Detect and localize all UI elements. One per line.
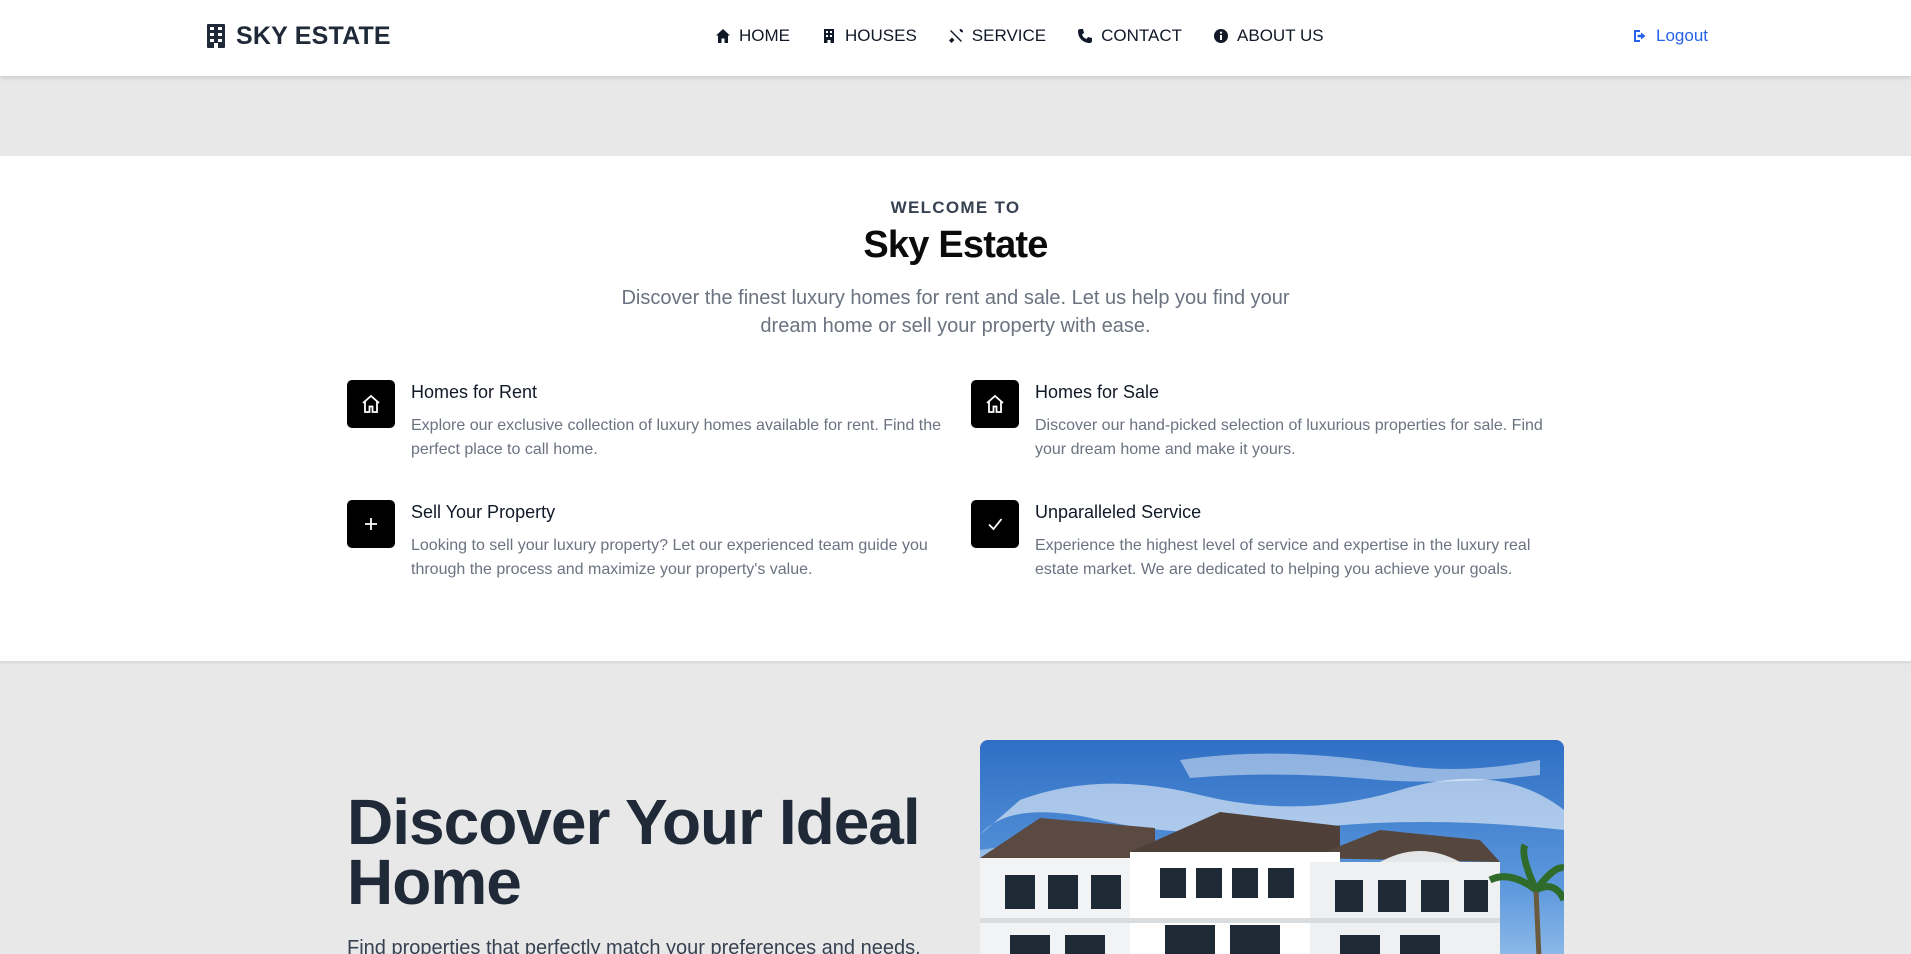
nav-item-home[interactable]: HOME [715, 24, 790, 48]
logout-icon [1634, 30, 1646, 42]
nav-item-label: CONTACT [1101, 26, 1183, 45]
feature-homes-for-sale: Homes for Sale Discover our hand-picked … [971, 380, 1571, 470]
nav-item-houses[interactable]: HOUSES [821, 24, 917, 48]
main-nav: HOME HOUSES SERVICE CONTACT ABOUT US [715, 24, 1324, 48]
feature-description: Looking to sell your luxury property? Le… [411, 537, 928, 578]
check-icon [971, 500, 1019, 548]
welcome-subtitle: Discover the finest luxury homes for ren… [621, 287, 1290, 337]
top-navbar: SKY ESTATE HOME HOUSES SERVICE CONTACT A… [0, 0, 1911, 76]
feature-unparalleled-service: Unparalleled Service Experience the high… [971, 500, 1571, 590]
plus-icon [347, 500, 395, 548]
tools-icon [948, 29, 963, 43]
logout-button[interactable]: Logout [1632, 24, 1708, 48]
feature-title: Homes for Sale [1035, 382, 1160, 402]
brand-name: SKY ESTATE [236, 21, 391, 50]
welcome-section: WELCOME TO Sky Estate Discover the fines… [0, 156, 1911, 661]
building-icon [207, 24, 225, 48]
home-outline-icon [347, 380, 395, 428]
brand-logo[interactable]: SKY ESTATE [206, 20, 391, 52]
feature-description: Discover our hand-picked selection of lu… [1035, 417, 1543, 458]
nav-item-label: HOUSES [845, 26, 917, 45]
nav-item-contact[interactable]: CONTACT [1077, 24, 1182, 48]
hero-text: Find properties that perfectly match you… [347, 937, 921, 954]
building-icon [824, 29, 834, 43]
feature-homes-for-rent: Homes for Rent Explore our exclusive col… [347, 380, 947, 470]
hero-title: Discover Your Ideal Home [347, 786, 921, 918]
welcome-eyebrow: WELCOME TO [890, 198, 1021, 217]
hero-house-image [980, 740, 1564, 954]
nav-item-label: ABOUT US [1237, 26, 1324, 45]
feature-description: Explore our exclusive collection of luxu… [411, 417, 942, 458]
nav-item-service[interactable]: SERVICE [948, 24, 1046, 48]
phone-icon [1078, 29, 1093, 43]
nav-item-about[interactable]: ABOUT US [1213, 24, 1324, 48]
home-icon [716, 29, 730, 43]
nav-item-label: SERVICE [971, 26, 1047, 45]
nav-item-label: HOME [739, 26, 790, 45]
feature-sell-your-property: Sell Your Property Looking to sell your … [347, 500, 947, 590]
info-icon [1214, 29, 1229, 43]
feature-title: Homes for Rent [411, 382, 538, 402]
welcome-title: Sky Estate [863, 224, 1048, 266]
logout-label: Logout [1656, 26, 1708, 45]
house-illustration [980, 740, 1564, 954]
feature-title: Unparalleled Service [1035, 502, 1202, 522]
feature-description: Experience the highest level of service … [1035, 537, 1531, 578]
home-outline-icon [971, 380, 1019, 428]
feature-title: Sell Your Property [411, 502, 556, 522]
